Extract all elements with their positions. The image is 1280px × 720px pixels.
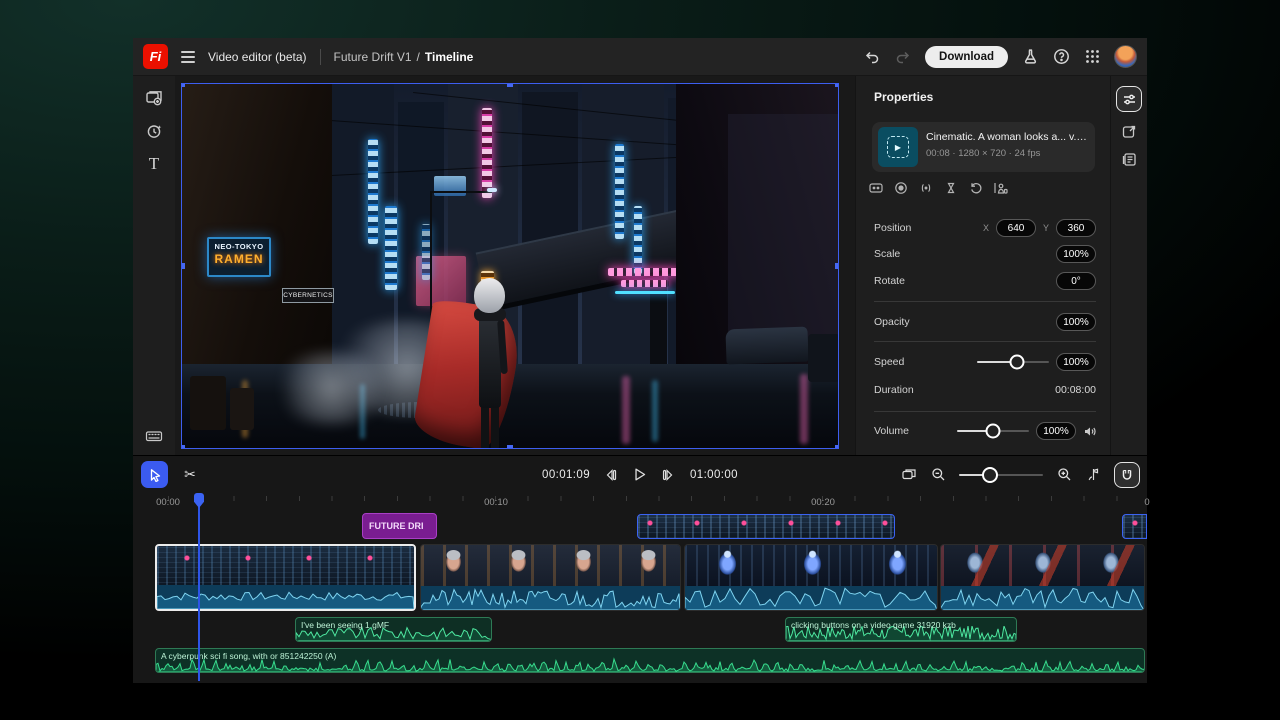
- zoom-in-icon[interactable]: [1056, 467, 1072, 483]
- music-clip[interactable]: A cyberpunk sci fi song, with or 8512422…: [155, 648, 1145, 673]
- neon-sign-ramen: NEO-TOKYO RAMEN: [207, 237, 271, 277]
- breadcrumb[interactable]: Future Drift V1 / Timeline: [334, 50, 474, 64]
- hamburger-menu-icon[interactable]: [181, 51, 195, 63]
- waveform: [421, 586, 680, 610]
- apps-grid-icon[interactable]: [1083, 48, 1101, 66]
- overlay-video-clip[interactable]: [637, 514, 895, 539]
- stacked-clips-icon[interactable]: [901, 467, 917, 483]
- export-frame-icon[interactable]: [1120, 122, 1138, 140]
- video-clip-4[interactable]: [940, 544, 1145, 611]
- mirror-flip-icon[interactable]: [918, 180, 933, 195]
- app-window: Fi Video editor (beta) Future Drift V1 /…: [133, 38, 1147, 682]
- desktop-background: Fi Video editor (beta) Future Drift V1 /…: [0, 0, 1280, 720]
- left-toolbar: T: [133, 76, 175, 455]
- prev-frame-icon[interactable]: [603, 467, 619, 483]
- divider: [320, 49, 321, 65]
- cut-tool-icon[interactable]: ✂: [177, 461, 203, 488]
- hourglass-icon[interactable]: [943, 180, 958, 195]
- captions-list-icon[interactable]: [1120, 150, 1138, 168]
- properties-title: Properties: [874, 90, 933, 104]
- app-title: Video editor (beta): [208, 50, 307, 64]
- scale-row: Scale: [874, 245, 1096, 263]
- scale-input[interactable]: [1056, 245, 1096, 263]
- clip-meta: 00:08 · 1280 × 720 · 24 fps: [926, 148, 1040, 159]
- clip-thumbnail: ▶: [878, 127, 918, 167]
- rotate-row: Rotate: [874, 272, 1096, 290]
- presenter-audio-icon[interactable]: [993, 180, 1008, 195]
- select-tool-button[interactable]: [141, 461, 168, 488]
- speed-row: Speed: [874, 353, 1096, 371]
- waveform: [157, 585, 414, 609]
- next-frame-icon[interactable]: [661, 467, 677, 483]
- properties-panel: Properties ▶ Cinematic. A woman looks a.…: [855, 76, 1110, 455]
- properties-sliders-icon[interactable]: [1116, 86, 1142, 112]
- generated-video-icon: ▶: [887, 136, 909, 158]
- timeline-zoom-slider[interactable]: [959, 474, 1043, 476]
- history-clock-icon[interactable]: [145, 122, 163, 140]
- opacity-input[interactable]: [1056, 313, 1096, 331]
- sfx-clip-2[interactable]: clicking buttons on a video game 31920 k…: [785, 617, 1017, 642]
- top-bar: Fi Video editor (beta) Future Drift V1 /…: [133, 38, 1147, 76]
- video-preview[interactable]: NEO-TOKYO RAMEN CYBERNETICS: [181, 83, 839, 449]
- firefly-logo[interactable]: Fi: [143, 44, 168, 69]
- download-button[interactable]: Download: [925, 46, 1008, 68]
- overlay-video-clip-partial[interactable]: [1122, 514, 1147, 539]
- total-timecode: 01:00:00: [690, 469, 738, 481]
- breadcrumb-separator: /: [417, 50, 420, 64]
- video-clip-2[interactable]: [420, 544, 681, 611]
- split-tool-icon[interactable]: [1085, 467, 1101, 483]
- clip-name: Cinematic. A woman looks a... v.ffgenvid: [926, 131, 1088, 143]
- waveform: [685, 586, 937, 610]
- position-x-input[interactable]: [996, 219, 1036, 237]
- speaker-icon[interactable]: [1083, 425, 1096, 438]
- transport-controls: 00:01:09 01:00:00: [542, 456, 738, 493]
- speed-slider[interactable]: [977, 361, 1049, 363]
- media-add-icon[interactable]: [145, 89, 163, 107]
- speed-input[interactable]: [1056, 353, 1096, 371]
- position-row: Position X Y: [874, 219, 1096, 237]
- timeline-toolbar: ✂ 00:01:09 01:00:00: [133, 456, 1147, 493]
- rotate-ccw-icon[interactable]: [968, 180, 983, 195]
- volume-input[interactable]: [1036, 422, 1076, 440]
- volume-slider[interactable]: [957, 430, 1029, 432]
- zoom-out-icon[interactable]: [930, 467, 946, 483]
- sfx-clip-1[interactable]: I've been seeing 1 gMF: [295, 617, 492, 642]
- aperture-icon[interactable]: [893, 180, 908, 195]
- title-clip[interactable]: FUTURE DRI: [362, 513, 437, 539]
- filmstrip-icon[interactable]: [868, 180, 883, 195]
- undo-icon[interactable]: [863, 48, 881, 66]
- opacity-row: Opacity: [874, 313, 1096, 331]
- experiments-flask-icon[interactable]: [1021, 48, 1039, 66]
- cybernetics-sign: CYBERNETICS: [282, 288, 334, 303]
- scene-art: NEO-TOKYO RAMEN CYBERNETICS: [182, 84, 838, 448]
- play-icon[interactable]: [632, 467, 648, 483]
- playhead[interactable]: [198, 493, 200, 681]
- video-clip-1[interactable]: [155, 544, 416, 611]
- position-y-input[interactable]: [1056, 219, 1096, 237]
- breadcrumb-page: Timeline: [425, 50, 473, 64]
- snapping-magnet-icon[interactable]: [1114, 462, 1140, 488]
- timeline-ruler[interactable]: 00:00 00:10 00:20 0: [133, 493, 1147, 513]
- rotate-input[interactable]: [1056, 272, 1096, 290]
- timeline-zoom-controls: [901, 456, 1140, 493]
- right-toolbar: [1110, 76, 1147, 455]
- current-timecode: 00:01:09: [542, 469, 590, 481]
- breadcrumb-project[interactable]: Future Drift V1: [334, 50, 412, 64]
- volume-row: Volume: [874, 422, 1096, 440]
- text-tool-icon[interactable]: T: [145, 155, 163, 173]
- user-avatar[interactable]: [1114, 45, 1137, 68]
- selected-clip-card[interactable]: ▶ Cinematic. A woman looks a... v.ffgenv…: [872, 122, 1095, 172]
- waveform: [941, 586, 1144, 610]
- duration-value: 00:08:00: [1055, 384, 1096, 396]
- redo-icon[interactable]: [894, 48, 912, 66]
- help-icon[interactable]: [1052, 48, 1070, 66]
- keyboard-shortcuts-icon[interactable]: [145, 427, 163, 445]
- duration-row: Duration 00:08:00: [874, 381, 1096, 399]
- video-clip-3[interactable]: [684, 544, 938, 611]
- clip-action-row: [868, 180, 1008, 195]
- timeline-panel: ✂ 00:01:09 01:00:00 00: [133, 455, 1147, 683]
